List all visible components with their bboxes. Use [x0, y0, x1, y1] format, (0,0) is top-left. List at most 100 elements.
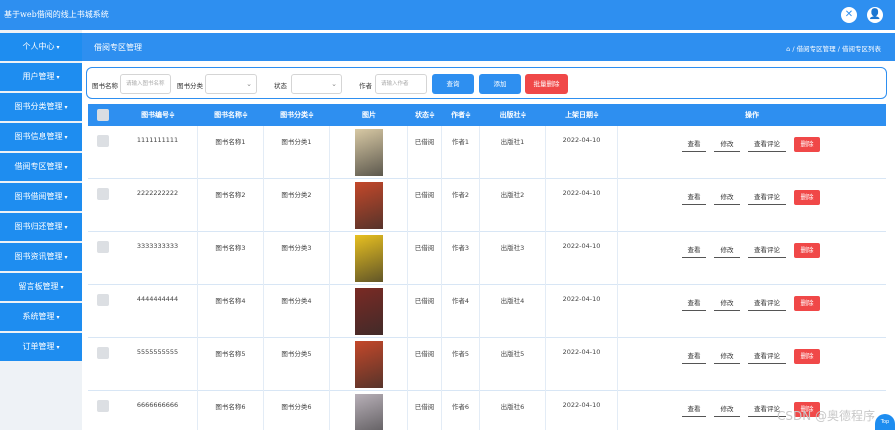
column-header[interactable]: 上架日期≑ — [546, 104, 618, 126]
column-header[interactable]: 图书分类≑ — [264, 104, 330, 126]
cell-publisher: 出版社2 — [480, 179, 546, 232]
column-header-label: 图书分类 — [280, 111, 309, 119]
comments-button[interactable]: 查看评论 — [748, 190, 786, 205]
view-button[interactable]: 查看 — [682, 137, 706, 152]
book-cover-image — [355, 288, 383, 335]
author-input[interactable]: 请输入作者 — [375, 74, 427, 94]
view-button[interactable]: 查看 — [682, 402, 706, 417]
chevron-down-icon: ▾ — [56, 344, 60, 351]
column-header[interactable]: 作者≑ — [442, 104, 480, 126]
chevron-down-icon: ▾ — [64, 104, 68, 111]
sidebar-item[interactable]: 系统管理 ▾ — [0, 303, 82, 331]
cell-text: 出版社1 — [500, 138, 525, 146]
column-header[interactable]: 出版社≑ — [480, 104, 546, 126]
view-button[interactable]: 查看 — [682, 243, 706, 258]
comments-button[interactable]: 查看评论 — [748, 243, 786, 258]
edit-button[interactable]: 修改 — [714, 349, 740, 364]
column-header[interactable]: 图书编号≑ — [118, 104, 198, 126]
view-button[interactable]: 查看 — [682, 296, 706, 311]
cell-text: 作者5 — [451, 350, 470, 358]
sidebar-item[interactable]: 借阅专区管理 ▾ — [0, 153, 82, 181]
cell-text: 出版社5 — [500, 350, 525, 358]
cell-text: 图书分类1 — [281, 138, 312, 146]
sort-icon[interactable]: ≑ — [593, 111, 599, 119]
sort-icon[interactable]: ≑ — [308, 111, 314, 119]
cell-text: 已借阅 — [414, 244, 435, 252]
sidebar-item[interactable]: 图书信息管理 ▾ — [0, 123, 82, 151]
delete-button[interactable]: 删除 — [794, 349, 820, 364]
user-icon[interactable]: 👤 — [867, 7, 883, 23]
cell-text: 已借阅 — [414, 191, 435, 199]
cell-publisher: 出版社4 — [480, 285, 546, 338]
sort-icon[interactable]: ≑ — [242, 111, 248, 119]
sidebar-item[interactable]: 留言板管理 ▾ — [0, 273, 82, 301]
delete-button[interactable]: 删除 — [794, 243, 820, 258]
comments-button[interactable]: 查看评论 — [748, 137, 786, 152]
sidebar-item[interactable]: 用户管理 ▾ — [0, 63, 82, 91]
cell-text: 图书名称3 — [215, 244, 246, 252]
view-button[interactable]: 查看 — [682, 190, 706, 205]
chevron-down-icon: ▾ — [64, 254, 68, 261]
sidebar-item[interactable]: 图书归还管理 ▾ — [0, 213, 82, 241]
cell-text: 2022-04-10 — [562, 136, 601, 144]
column-header[interactable]: 图书名称≑ — [198, 104, 264, 126]
cell-image — [330, 338, 408, 391]
cell-text: 1111111111 — [136, 136, 179, 144]
cell-date: 2022-04-10 — [546, 338, 618, 391]
sidebar-item[interactable]: 图书借阅管理 ▾ — [0, 183, 82, 211]
add-button[interactable]: 添加 — [479, 74, 521, 94]
row-checkbox[interactable] — [97, 400, 109, 412]
cell-text: 作者3 — [451, 244, 470, 252]
sidebar-item[interactable]: 个人中心 ▾ — [0, 33, 82, 61]
edit-button[interactable]: 修改 — [714, 137, 740, 152]
delete-button[interactable]: 删除 — [794, 190, 820, 205]
row-checkbox[interactable] — [97, 241, 109, 253]
book-cover-image — [355, 182, 383, 229]
sidebar-item-label: 订单管理 — [22, 342, 55, 351]
sidebar-item-label: 图书归还管理 — [14, 222, 63, 231]
back-to-top-button[interactable]: Top — [875, 414, 895, 430]
row-checkbox[interactable] — [97, 347, 109, 359]
page-header: 借阅专区管理 ⌂ / 借阅专区管理 / 借阅专区列表 — [82, 33, 895, 61]
home-icon[interactable]: ⌂ — [786, 45, 790, 53]
sidebar-item[interactable]: 订单管理 ▾ — [0, 333, 82, 361]
sidebar-item[interactable]: 图书分类管理 ▾ — [0, 93, 82, 121]
column-header[interactable]: 状态≑ — [408, 104, 442, 126]
cell-author: 作者1 — [442, 126, 480, 179]
sidebar-item[interactable]: 图书资讯管理 ▾ — [0, 243, 82, 271]
edit-button[interactable]: 修改 — [714, 402, 740, 417]
sort-icon[interactable]: ≑ — [465, 111, 471, 119]
sort-icon[interactable]: ≑ — [169, 111, 175, 119]
category-select[interactable]: ⌄ — [205, 74, 257, 94]
column-header-label: 状态 — [415, 111, 430, 119]
delete-button[interactable]: 删除 — [794, 137, 820, 152]
batch-delete-button[interactable]: 批量删除 — [525, 74, 568, 94]
cell-text: 已借阅 — [414, 403, 435, 411]
cell-date: 2022-04-10 — [546, 232, 618, 285]
comments-button[interactable]: 查看评论 — [748, 296, 786, 311]
row-checkbox[interactable] — [97, 135, 109, 147]
sort-icon[interactable]: ≑ — [521, 111, 527, 119]
breadcrumb-item[interactable]: 借阅专区管理 — [797, 45, 836, 53]
cell-status: 已借阅 — [408, 391, 442, 430]
cell-text: 2022-04-10 — [562, 295, 601, 303]
cell-date: 2022-04-10 — [546, 126, 618, 179]
cell-author: 作者6 — [442, 391, 480, 430]
breadcrumb-separator: / — [792, 45, 795, 53]
delete-button[interactable]: 删除 — [794, 296, 820, 311]
edit-button[interactable]: 修改 — [714, 296, 740, 311]
book-name-input[interactable]: 请输入图书名称 — [120, 74, 171, 94]
comments-button[interactable]: 查看评论 — [748, 349, 786, 364]
close-icon[interactable]: ✕ — [841, 7, 857, 23]
author-label: 作者 — [359, 82, 372, 90]
edit-button[interactable]: 修改 — [714, 243, 740, 258]
edit-button[interactable]: 修改 — [714, 190, 740, 205]
view-button[interactable]: 查看 — [682, 349, 706, 364]
select-all-checkbox[interactable] — [97, 109, 109, 121]
cell-text: 图书分类4 — [281, 297, 312, 305]
status-select[interactable]: ⌄ — [291, 74, 342, 94]
search-button[interactable]: 查询 — [432, 74, 474, 94]
sort-icon[interactable]: ≑ — [429, 111, 435, 119]
row-checkbox[interactable] — [97, 188, 109, 200]
row-checkbox[interactable] — [97, 294, 109, 306]
